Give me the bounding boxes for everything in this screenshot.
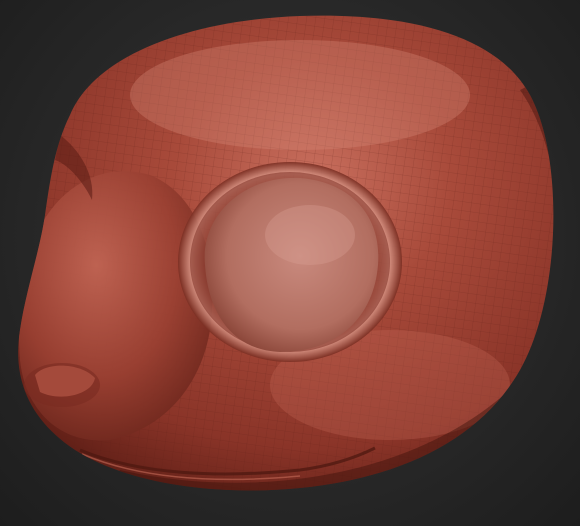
sculpt-viewport[interactable] [0,0,580,526]
forehead-highlight [130,40,470,150]
sculpt-render [18,15,554,491]
eye-highlight [265,205,355,265]
rabbit-head-model [18,15,554,491]
